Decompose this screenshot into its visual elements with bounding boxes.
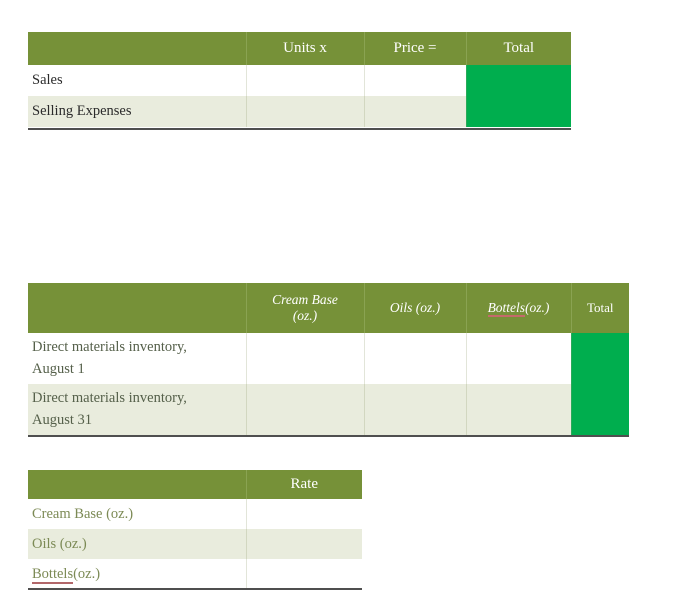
sales-table: Units x Price = Total Sales Selling Expe… <box>28 32 571 127</box>
column-header-price: Price = <box>364 32 467 65</box>
cell-sales-units[interactable] <box>246 65 365 96</box>
table-row: Selling Expenses <box>28 96 571 127</box>
row-label-oils: Oils (oz.) <box>28 529 247 559</box>
cell-bottles-rate[interactable] <box>246 559 362 589</box>
cell-cream-base-rate[interactable] <box>246 499 362 529</box>
row-label-line2: August 1 <box>32 360 85 377</box>
rate-table-bottom-rule <box>28 588 362 590</box>
column-header-units: Units x <box>246 32 365 65</box>
row-label-line2: August 31 <box>32 411 93 428</box>
column-header-total: Total <box>466 32 571 65</box>
misspelled-word-bottels: Bottels <box>32 565 74 584</box>
row-label-cream-base: Cream Base (oz.) <box>28 499 247 529</box>
column-header-cream-base: Cream Base (oz.) <box>246 283 365 333</box>
column-header-rate: Rate <box>246 470 362 499</box>
table-row: Bottels (oz.) <box>28 559 362 589</box>
sales-table-bottom-rule <box>28 128 571 130</box>
cell-oils-rate[interactable] <box>246 529 362 559</box>
cell-selling-expenses-units[interactable] <box>246 96 365 127</box>
cell-sales-price[interactable] <box>364 65 467 96</box>
cell-sales-total[interactable] <box>466 65 571 96</box>
row-label-inventory-august-1: Direct materials inventory, August 1 <box>28 333 247 384</box>
row-label-line1: Direct materials inventory, <box>32 339 187 356</box>
row-label-selling-expenses: Selling Expenses <box>28 96 247 127</box>
table-row: Cream Base (oz.) <box>28 499 362 529</box>
column-header-cream-base-line2: (oz.) <box>292 308 318 323</box>
direct-materials-table: Cream Base (oz.) Oils (oz.) Bottels (oz.… <box>28 283 629 435</box>
column-header-item <box>28 32 247 65</box>
cell-aug31-oils[interactable] <box>364 384 467 435</box>
cell-aug31-bottles[interactable] <box>466 384 572 435</box>
table-header-row: Rate <box>28 470 362 499</box>
column-header-total: Total <box>571 283 629 333</box>
table-row: Sales <box>28 65 571 96</box>
row-label-line1: Direct materials inventory, <box>32 390 187 407</box>
cell-aug31-total[interactable] <box>571 384 629 435</box>
column-header-item <box>28 283 247 333</box>
table-header-row: Units x Price = Total <box>28 32 571 65</box>
cell-aug31-cream-base[interactable] <box>246 384 365 435</box>
row-label-bottles: Bottels (oz.) <box>28 559 247 589</box>
cell-aug1-total[interactable] <box>571 333 629 384</box>
misspelled-word-bottels: Bottels <box>487 300 526 318</box>
direct-materials-table-bottom-rule <box>28 435 629 437</box>
table-row: Oils (oz.) <box>28 529 362 559</box>
worksheet-canvas: Units x Price = Total Sales Selling Expe… <box>0 0 700 612</box>
table-row: Direct materials inventory, August 31 <box>28 384 629 435</box>
table-header-row: Cream Base (oz.) Oils (oz.) Bottels (oz.… <box>28 283 629 333</box>
cell-aug1-cream-base[interactable] <box>246 333 365 384</box>
rate-table: Rate Cream Base (oz.) Oils (oz.) Bottels… <box>28 470 362 589</box>
row-label-bottles-suffix: (oz.) <box>73 565 101 582</box>
cell-selling-expenses-price[interactable] <box>364 96 467 127</box>
row-label-sales: Sales <box>28 65 247 96</box>
row-label-inventory-august-31: Direct materials inventory, August 31 <box>28 384 247 435</box>
cell-selling-expenses-total[interactable] <box>466 96 571 127</box>
column-header-oils: Oils (oz.) <box>364 283 467 333</box>
table-row: Direct materials inventory, August 1 <box>28 333 629 384</box>
column-header-cream-base-line1: Cream Base <box>272 292 338 308</box>
column-header-bottles: Bottels (oz.) <box>466 283 572 333</box>
column-header-bottles-suffix: (oz.) <box>525 300 550 316</box>
cell-aug1-oils[interactable] <box>364 333 467 384</box>
cell-aug1-bottles[interactable] <box>466 333 572 384</box>
column-header-item <box>28 470 247 499</box>
